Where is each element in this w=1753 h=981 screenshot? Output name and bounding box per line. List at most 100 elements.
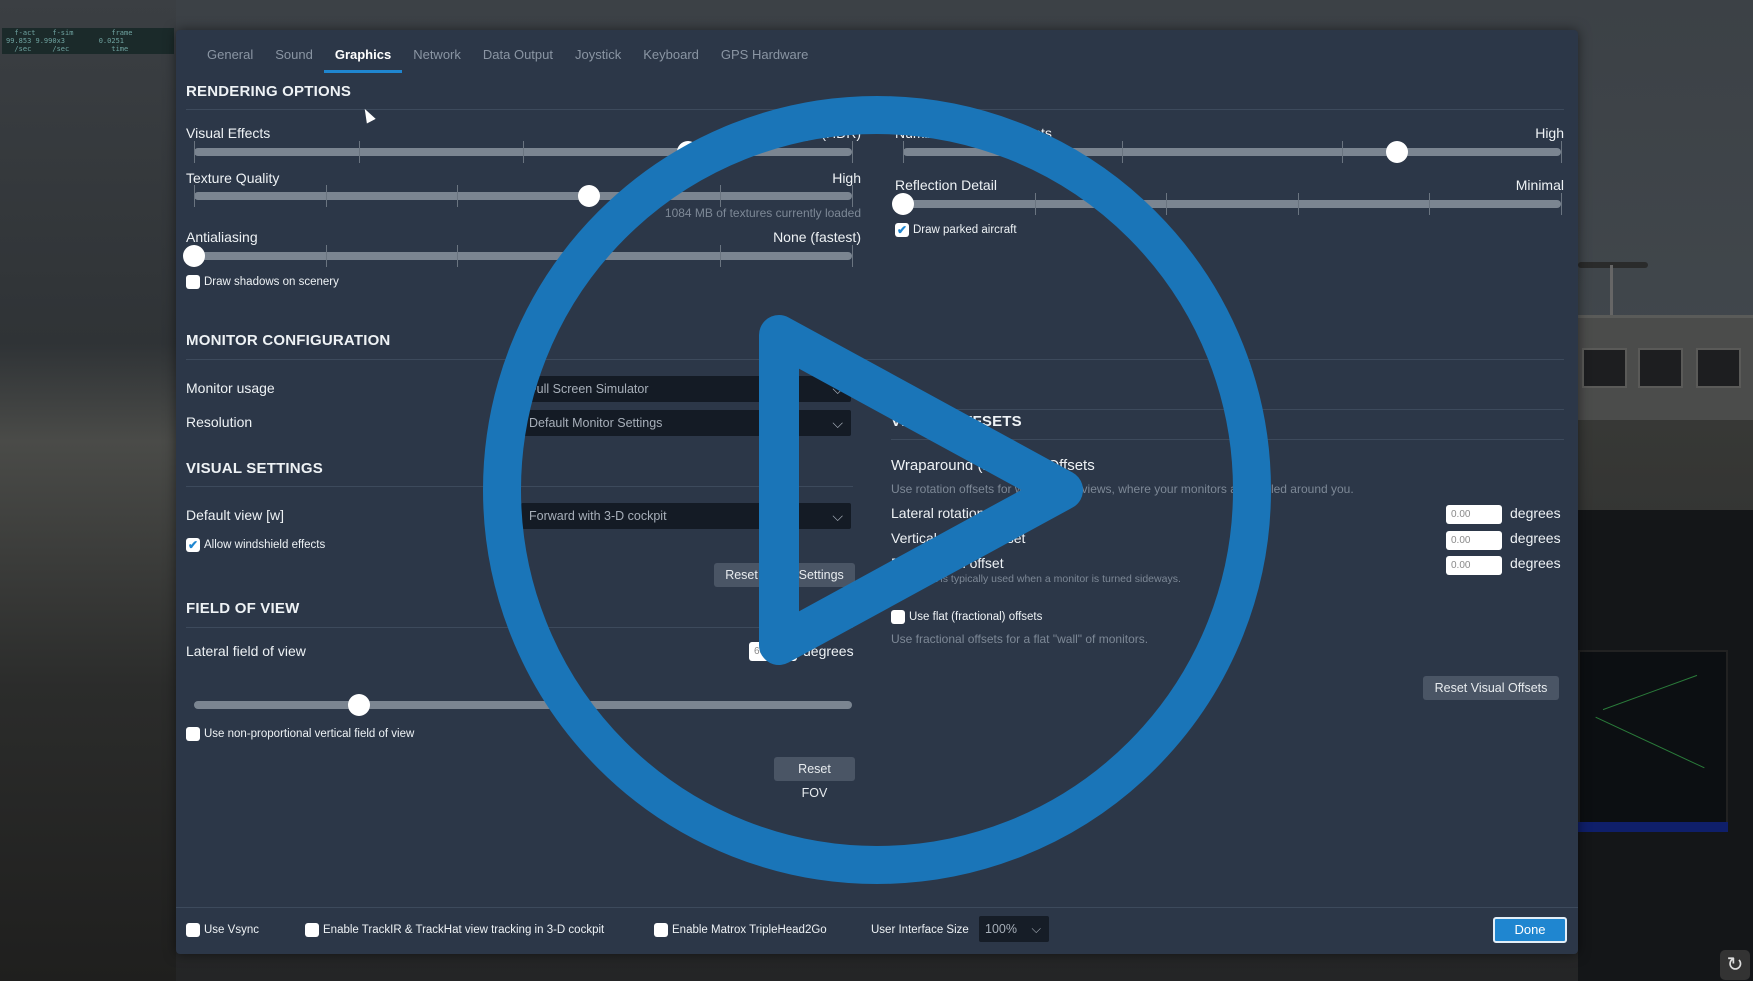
checkmark-icon[interactable]: ✔ (186, 538, 200, 552)
monitor-usage-select[interactable]: Full Screen Simulator ⌵ (521, 376, 851, 402)
vertical-rotation-input[interactable]: 0.00 (1446, 531, 1502, 550)
visual-effects-label: Visual Effects (186, 125, 271, 141)
wraparound-offsets-title: Wraparound (Rotation) Offsets (891, 457, 1095, 474)
slider-tick (1122, 141, 1124, 163)
roll-rotation-unit: degrees (1510, 555, 1561, 571)
fov-unit: degrees (803, 643, 854, 659)
vsync-checkbox[interactable]: Use Vsync (186, 923, 259, 937)
checkmark-icon[interactable]: ✔ (895, 223, 909, 237)
select-value: Default Monitor Settings (529, 416, 663, 430)
divider (186, 627, 853, 628)
lateral-rotation-label: Lateral rotation offset (891, 505, 1023, 521)
hud-line: f-act f-sim frame (6, 29, 133, 37)
matrox-checkbox[interactable]: Enable Matrox TripleHead2Go (654, 923, 827, 937)
visual-effects-slider[interactable] (194, 141, 853, 163)
antialiasing-slider[interactable] (183, 245, 853, 267)
texture-quality-value: High (832, 170, 861, 186)
slider-tick (1297, 193, 1299, 215)
draw-shadows-checkbox[interactable]: Draw shadows on scenery (186, 275, 339, 289)
refresh-icon[interactable]: ↻ (1720, 950, 1750, 980)
tab-data-output[interactable]: Data Output (472, 43, 564, 67)
slider-track[interactable] (903, 200, 1561, 208)
slider-tick (194, 141, 195, 163)
default-view-label: Default view [w] (186, 507, 285, 523)
trackir-checkbox[interactable]: Enable TrackIR & TrackHat view tracking … (305, 923, 604, 937)
chevron-down-icon: ⌵ (1031, 922, 1041, 936)
slider-track[interactable] (194, 192, 852, 200)
texture-quality-label: Texture Quality (186, 170, 280, 186)
reset-fov-button[interactable]: Reset FOV (774, 757, 855, 800)
slider-thumb[interactable] (676, 141, 699, 163)
checkbox-box[interactable] (186, 275, 200, 289)
slider-track[interactable] (194, 701, 852, 709)
slider-thumb[interactable] (183, 245, 205, 267)
tab-gps-hardware[interactable]: GPS Hardware (710, 43, 819, 67)
roll-rotation-label: Roll rotation offset (891, 555, 1004, 571)
reset-visual-settings-button[interactable]: Reset Visual Settings (714, 563, 855, 587)
reflection-detail-slider[interactable] (892, 193, 1562, 215)
reset-visual-offsets-button[interactable]: Reset Visual Offsets (1423, 676, 1559, 700)
texture-quality-slider[interactable] (194, 185, 853, 207)
framerate-readout: f-act f-sim frame 99.853 9.990x3 0.0251 … (2, 28, 174, 54)
lateral-rotation-unit: degrees (1510, 505, 1561, 521)
slider-tick (194, 185, 195, 207)
reflection-detail-label: Reflection Detail (895, 177, 997, 193)
slider-tick (1561, 141, 1562, 163)
slider-thumb[interactable] (577, 185, 600, 207)
checkbox-box[interactable] (186, 727, 200, 741)
texture-memory-hint: 1084 MB of textures currently loaded (664, 206, 861, 220)
wraparound-hint: Use rotation offsets for wraparound view… (891, 482, 1354, 496)
checkbox-box[interactable] (186, 923, 200, 937)
lateral-fov-slider[interactable] (194, 694, 852, 716)
monitor-config-title: MONITOR CONFIGURATION (186, 332, 391, 349)
world-objects-slider[interactable] (903, 141, 1562, 163)
slider-tick (903, 141, 904, 163)
ui-size-select[interactable]: 100% ⌵ (979, 916, 1049, 942)
slider-thumb[interactable] (1385, 141, 1408, 163)
scenery-left (0, 0, 176, 981)
antialiasing-label: Antialiasing (186, 229, 258, 245)
windshield-effects-checkbox[interactable]: ✔ Allow windshield effects (186, 538, 325, 552)
checkbox-box[interactable] (305, 923, 319, 937)
tab-joystick[interactable]: Joystick (564, 43, 632, 67)
slider-tick (1341, 141, 1343, 163)
slider-track[interactable] (903, 148, 1561, 156)
select-value: Forward with 3-D cockpit (529, 509, 667, 523)
draw-parked-aircraft-checkbox[interactable]: ✔ Draw parked aircraft (895, 223, 1017, 237)
hud-line: /sec /sec time (6, 45, 129, 53)
divider (186, 486, 853, 487)
slider-tick (852, 185, 853, 207)
lateral-rotation-input[interactable]: 0.00 (1446, 505, 1502, 524)
done-button[interactable]: Done (1493, 917, 1567, 943)
default-view-select[interactable]: Forward with 3-D cockpit ⌵ (521, 503, 851, 529)
roll-rotation-input[interactable]: 0.00 (1446, 556, 1502, 575)
resolution-select[interactable]: Default Monitor Settings ⌵ (521, 410, 851, 436)
tab-network[interactable]: Network (402, 43, 472, 67)
slider-thumb[interactable] (347, 694, 370, 716)
monitor-usage-label: Monitor usage (186, 380, 275, 396)
tab-keyboard[interactable]: Keyboard (632, 43, 710, 67)
tab-graphics[interactable]: Graphics (323, 43, 403, 73)
footer-divider (176, 907, 1578, 908)
checkbox-box[interactable] (654, 923, 668, 937)
checkbox-box[interactable] (891, 610, 905, 624)
lateral-fov-input[interactable]: 60 (749, 642, 797, 661)
slider-tick (1561, 193, 1562, 215)
settings-dialog: General Sound Graphics Network Data Outp… (176, 30, 1578, 954)
slider-thumb[interactable] (892, 193, 914, 215)
slider-tick (457, 185, 459, 207)
slider-tick (1429, 193, 1431, 215)
checkbox-label: Use flat (fractional) offsets (909, 611, 1043, 623)
slider-tick (1034, 193, 1036, 215)
tab-sound[interactable]: Sound (264, 43, 324, 67)
flat-offsets-checkbox[interactable]: Use flat (fractional) offsets (891, 610, 1042, 624)
divider (186, 109, 1564, 110)
non-proportional-fov-checkbox[interactable]: Use non-proportional vertical field of v… (186, 727, 414, 741)
checkbox-label: Use non-proportional vertical field of v… (204, 728, 415, 740)
flat-offsets-hint: Use fractional offsets for a flat "wall"… (891, 632, 1149, 646)
resolution-label: Resolution (186, 414, 253, 430)
slider-track[interactable] (194, 252, 852, 260)
tab-general[interactable]: General (196, 43, 264, 67)
visual-offsets-title: VISUAL OFFSETS (891, 413, 1022, 430)
lamp-pole (1610, 265, 1613, 320)
